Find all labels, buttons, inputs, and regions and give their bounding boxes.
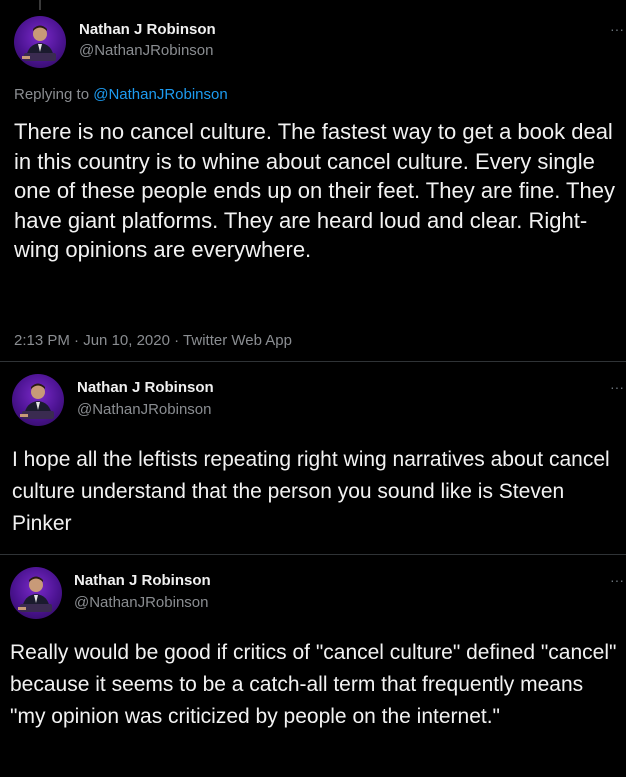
meta-separator: · [174,332,180,349]
avatar[interactable] [10,567,62,619]
tweet-source[interactable]: Twitter Web App [183,332,292,349]
tweet-text: I hope all the leftists repeating right … [12,448,616,535]
author-name[interactable]: Nathan J Robinson [79,21,216,38]
tweet-main: Nathan J Robinson @NathanJRobinson ··· R… [0,0,626,360]
thread-connector [39,0,41,10]
author-name[interactable]: Nathan J Robinson [77,379,214,396]
tweet-time[interactable]: 2:13 PM [14,332,70,349]
avatar-photo [20,383,54,419]
reply-mention-link[interactable]: @NathanJRobinson [93,86,227,103]
replying-to-label: Replying to [14,86,94,103]
tweet-meta: 2:13 PM · Jun 10, 2020 · Twitter Web App [14,332,292,349]
meta-separator: · [74,332,80,349]
tweet-reply-2: Nathan J Robinson @NathanJRobinson ··· R… [0,555,626,777]
tweet-text: Really would be good if critics of "canc… [10,641,623,728]
author-name[interactable]: Nathan J Robinson [74,572,211,589]
avatar[interactable] [12,374,64,426]
avatar[interactable] [14,16,66,68]
avatar-photo [22,25,56,61]
replying-to: Replying to @NathanJRobinson [14,86,228,103]
tweet-text: There is no cancel culture. The fastest … [14,119,622,262]
more-options-icon[interactable]: ··· [610,573,624,587]
author-handle[interactable]: @NathanJRobinson [79,42,213,59]
more-options-icon[interactable]: ··· [610,380,624,394]
tweet-reply-1: Nathan J Robinson @NathanJRobinson ··· I… [0,362,626,554]
tweet-date[interactable]: Jun 10, 2020 [83,332,170,349]
more-options-icon[interactable]: ··· [610,22,624,36]
author-handle[interactable]: @NathanJRobinson [74,594,208,611]
author-handle[interactable]: @NathanJRobinson [77,401,211,418]
avatar-photo [18,576,52,612]
